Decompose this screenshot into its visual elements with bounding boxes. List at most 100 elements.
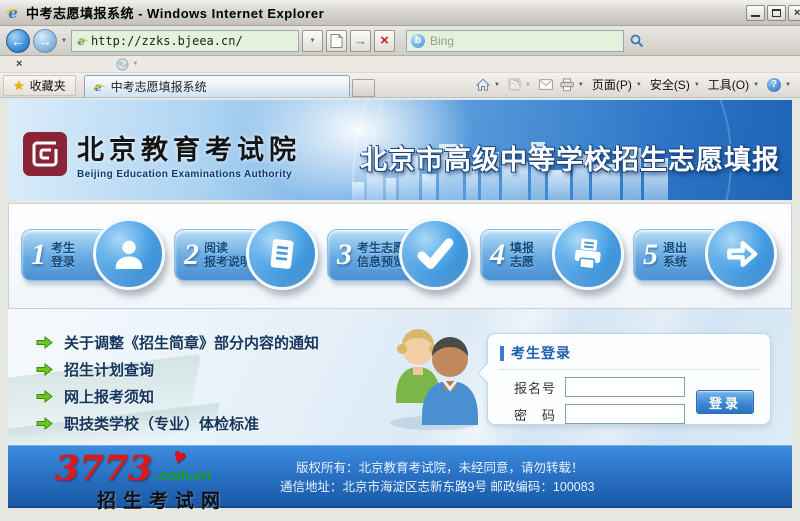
addon-icon — [116, 58, 129, 71]
window-titlebar: e 中考志愿填报系统 - Windows Internet Explorer × — [0, 0, 800, 26]
new-tab-button[interactable] — [352, 79, 375, 97]
webpage: 北京教育考试院 Beijing Education Examinations A… — [8, 100, 792, 508]
green-arrow-icon — [36, 390, 53, 403]
stop-button[interactable]: × — [374, 30, 395, 52]
notice-text: 招生计划查询 — [64, 359, 154, 380]
print-button[interactable]: ▼ — [560, 78, 585, 92]
org-name-cn: 北京教育考试院 — [77, 128, 301, 167]
refresh-icon — [330, 34, 343, 48]
notice-link[interactable]: 职技类学校（专业）体检标准 — [36, 410, 319, 437]
step-number: 4 — [490, 238, 505, 272]
ie-logo-icon: e — [5, 4, 21, 22]
step-number: 2 — [184, 238, 199, 272]
step-number: 1 — [31, 238, 46, 272]
step-label-line2: 登录 — [51, 255, 75, 269]
notice-list: 关于调整《招生简章》部分内容的通知 招生计划查询 网上报考须知 职技类学校（专业… — [36, 329, 319, 437]
help-icon: ? — [767, 78, 781, 92]
maximize-button[interactable] — [767, 5, 786, 21]
tab-title: 中考志愿填报系统 — [111, 78, 207, 95]
chevron-down-icon: ▼ — [752, 82, 760, 88]
step-fill-application[interactable]: 4 填报志愿 — [480, 216, 626, 296]
minimize-button[interactable] — [746, 5, 765, 21]
minimize-icon — [751, 15, 760, 17]
window-controls: × — [746, 5, 795, 21]
page-favicon-icon: e — [75, 34, 88, 48]
address-line: 通信地址：北京市海淀区志新东路9号 邮政编码：100083 — [280, 478, 595, 497]
command-bar: ▼ ▼ ▼ 页面(P) ▼ 安全(S) ▼ 工具(O) ▼ ? ▼ — [476, 76, 797, 97]
home-icon — [476, 78, 490, 91]
close-icon: × — [794, 7, 800, 19]
green-arrow-icon — [36, 363, 53, 376]
report-number-field[interactable] — [565, 377, 685, 397]
browser-viewport: 北京教育考试院 Beijing Education Examinations A… — [0, 98, 800, 521]
menu-page[interactable]: 页面(P) ▼ — [592, 76, 643, 93]
password-label: 密 码 — [514, 405, 556, 424]
menu-tools[interactable]: 工具(O) ▼ — [708, 76, 760, 93]
step-exit[interactable]: 5 退出系统 — [633, 216, 779, 296]
step-login[interactable]: 1 考生登录 — [21, 216, 167, 296]
step-label-line1: 阅读 — [204, 241, 228, 255]
chevron-down-icon: ▼ — [131, 61, 139, 67]
tabs-bar: ★ 收藏夹 e 中考志愿填报系统 ▼ ▼ ▼ 页面(P) ▼ 安全(S) ▼ — [0, 73, 800, 98]
chevron-down-icon: ▼ — [524, 82, 532, 88]
window-title: 中考志愿填报系统 - Windows Internet Explorer — [26, 3, 324, 22]
step-label-line1: 考生 — [51, 241, 75, 255]
go-arrow-icon: → — [354, 33, 367, 48]
search-button[interactable] — [627, 30, 648, 52]
favorites-button[interactable]: ★ 收藏夹 — [3, 75, 76, 96]
close-button[interactable]: × — [788, 5, 800, 21]
forward-button[interactable]: → — [33, 29, 57, 53]
url-dropdown-button[interactable]: ▼ — [302, 30, 323, 52]
refresh-button[interactable] — [326, 30, 347, 52]
notice-link[interactable]: 网上报考须知 — [36, 383, 319, 410]
step-label-line2: 系统 — [663, 255, 687, 269]
rss-icon — [508, 78, 521, 91]
menu-safety[interactable]: 安全(S) ▼ — [650, 76, 701, 93]
check-icon — [414, 233, 456, 275]
addon-button[interactable]: ▼ — [116, 58, 139, 71]
secondary-toolbar: × ▼ — [0, 56, 800, 73]
url-field[interactable]: e http://zzks.bjeea.cn/ — [71, 30, 299, 52]
search-input[interactable]: b Bing — [406, 30, 624, 52]
tab-active[interactable]: e 中考志愿填报系统 — [84, 75, 350, 97]
tab-favicon-icon: e — [92, 80, 105, 94]
notice-link[interactable]: 招生计划查询 — [36, 356, 319, 383]
watermark-name: 招生考试网 — [97, 486, 227, 513]
notice-text: 关于调整《招生简章》部分内容的通知 — [64, 332, 319, 353]
home-button[interactable]: ▼ — [476, 78, 501, 91]
arrow-right-icon — [721, 234, 761, 274]
notice-text: 网上报考须知 — [64, 386, 154, 407]
back-button[interactable]: ← — [6, 29, 30, 53]
org-name-en: Beijing Education Examinations Authority — [77, 169, 301, 180]
chevron-down-icon: ▼ — [784, 82, 792, 88]
menu-safety-label: 安全(S) — [650, 76, 690, 93]
watermark-domain: .com.cn — [154, 467, 211, 484]
step-preview[interactable]: 3 考生志愿信息预览 — [327, 216, 473, 296]
favorites-label: 收藏夹 — [30, 77, 66, 94]
green-arrow-icon — [36, 417, 53, 430]
document-icon — [261, 233, 303, 275]
history-dropdown-icon[interactable]: ▼ — [60, 38, 68, 44]
feeds-button[interactable]: ▼ — [508, 78, 532, 91]
notice-link[interactable]: 关于调整《招生简章》部分内容的通知 — [36, 329, 319, 356]
step-label-line1: 填报 — [510, 241, 534, 255]
url-text[interactable]: http://zzks.bjeea.cn/ — [91, 34, 295, 48]
printer-icon — [567, 233, 609, 275]
report-number-label: 报名号 — [514, 378, 556, 397]
favorites-star-icon: ★ — [13, 78, 25, 94]
step-label-line1: 退出 — [663, 241, 687, 255]
students-illustration — [380, 319, 488, 431]
watermark-number: 3773 — [55, 448, 152, 489]
chevron-down-icon: ▼ — [493, 82, 501, 88]
login-panel: 考生登录 报名号 密 码 登录 — [487, 333, 771, 425]
bing-icon: b — [411, 34, 425, 48]
help-button[interactable]: ? ▼ — [767, 78, 792, 92]
search-placeholder: Bing — [430, 34, 619, 48]
step-read-instructions[interactable]: 2 阅读报考说明 — [174, 216, 320, 296]
login-button[interactable]: 登录 — [696, 390, 754, 414]
menu-tools-label: 工具(O) — [708, 76, 749, 93]
password-field[interactable] — [565, 404, 685, 424]
read-mail-button[interactable] — [539, 79, 553, 90]
toolbar-close-icon[interactable]: × — [16, 58, 22, 70]
go-button[interactable]: → — [350, 30, 371, 52]
